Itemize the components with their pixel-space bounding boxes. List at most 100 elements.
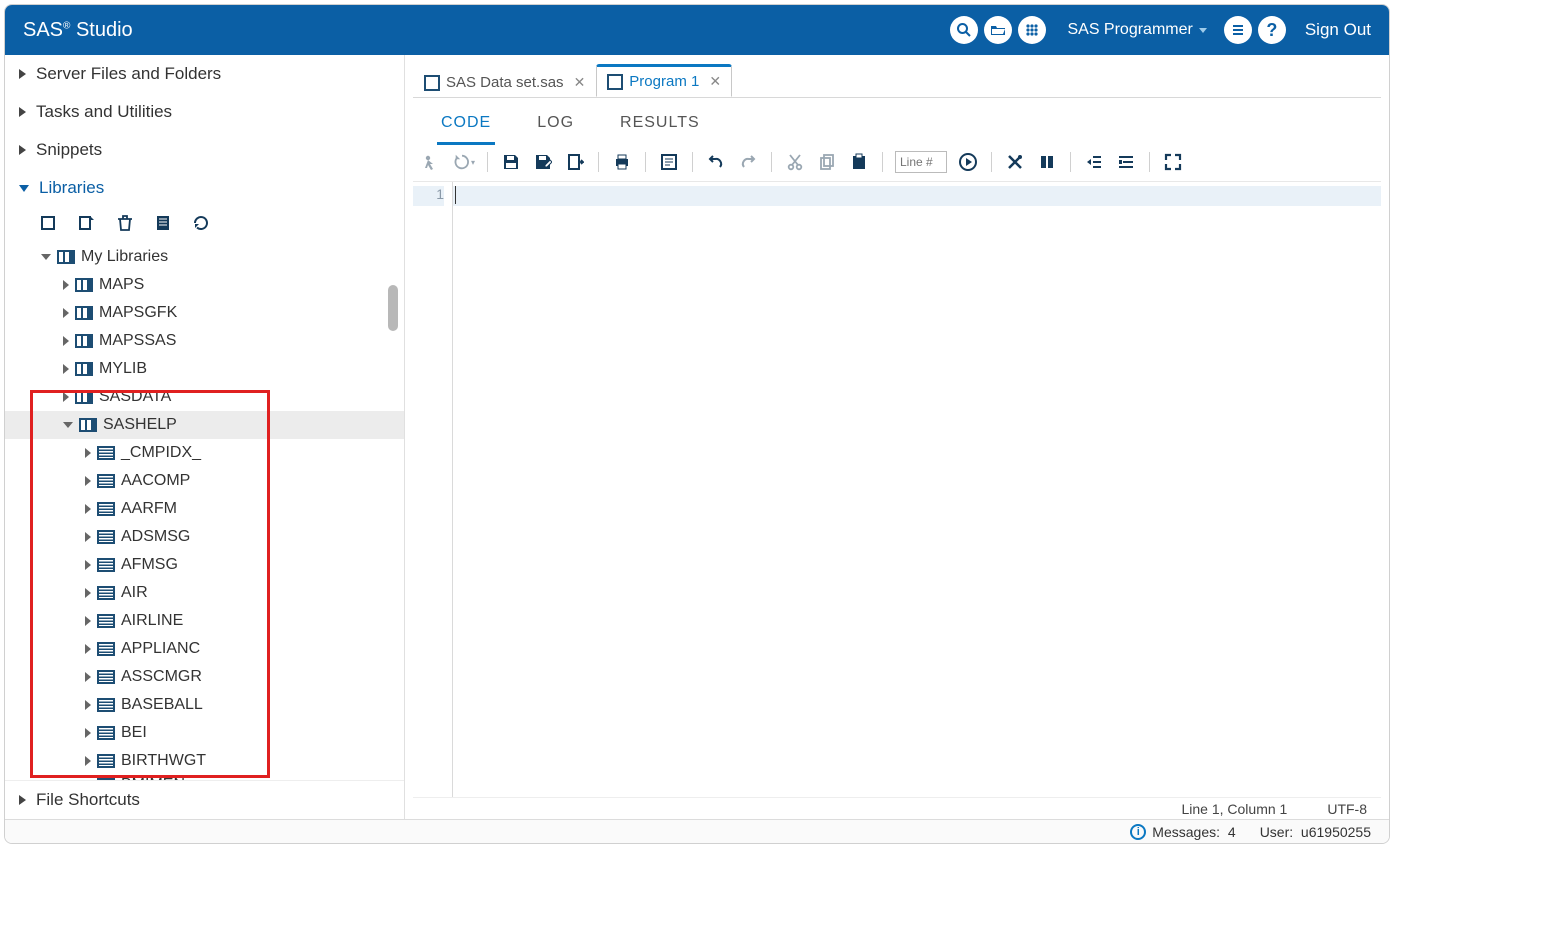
new-library-icon[interactable] — [39, 213, 59, 233]
caret-right-icon — [85, 672, 91, 682]
tree-ds[interactable]: BASEBALL — [5, 691, 404, 719]
help-icon[interactable]: ? — [1258, 16, 1286, 44]
more-options-icon[interactable] — [1224, 16, 1252, 44]
tab-sas-data-set[interactable]: SAS Data set.sas ✕ — [413, 67, 596, 97]
paste-icon[interactable] — [848, 151, 870, 173]
tree-ds[interactable]: BIRTHWGT — [5, 747, 404, 775]
caret-down-icon — [41, 254, 51, 260]
sign-out-link[interactable]: Sign Out — [1305, 20, 1371, 40]
tree-lib-mylib[interactable]: MYLIB — [5, 355, 404, 383]
editor-subtabs: CODE LOG RESULTS — [413, 97, 1381, 145]
tree-ds[interactable]: AFMSG — [5, 551, 404, 579]
save-as-icon[interactable] — [532, 151, 554, 173]
caret-right-icon — [85, 588, 91, 598]
tree-ds[interactable]: AIR — [5, 579, 404, 607]
print-icon[interactable] — [611, 151, 633, 173]
close-icon[interactable]: ✕ — [574, 74, 586, 91]
assign-library-icon[interactable] — [77, 213, 97, 233]
properties-icon[interactable] — [153, 213, 173, 233]
code-area[interactable] — [453, 182, 1381, 797]
delete-icon[interactable] — [115, 213, 135, 233]
caret-right-icon — [85, 700, 91, 710]
code-editor[interactable]: 1 — [413, 181, 1381, 797]
library-icon — [75, 278, 93, 292]
open-folder-icon[interactable] — [984, 16, 1012, 44]
caret-right-icon — [63, 308, 69, 318]
encoding-label: UTF-8 — [1327, 801, 1367, 817]
section-libraries[interactable]: Libraries — [5, 169, 404, 207]
subtab-log[interactable]: LOG — [533, 108, 578, 145]
tree-lib-sasdata[interactable]: SASDATA — [5, 383, 404, 411]
maximize-icon[interactable] — [1162, 151, 1184, 173]
apps-grid-icon[interactable] — [1018, 16, 1046, 44]
text-cursor — [455, 186, 456, 204]
app-header: SAS® Studio SAS Programmer ? Sign Out — [5, 5, 1389, 55]
tree-ds[interactable]: AIRLINE — [5, 607, 404, 635]
tree-ds[interactable]: APPLIANC — [5, 635, 404, 663]
tree-label: SASHELP — [103, 416, 177, 434]
dataset-icon — [97, 754, 115, 768]
caret-down-icon — [19, 185, 29, 192]
dataset-icon — [97, 670, 115, 684]
library-group-icon — [57, 250, 75, 264]
undo-icon[interactable] — [705, 151, 727, 173]
section-tasks[interactable]: Tasks and Utilities — [5, 93, 404, 131]
tree-label: AFMSG — [121, 556, 178, 574]
messages-link[interactable]: i Messages: 4 — [1130, 824, 1235, 840]
goto-line-input[interactable] — [895, 151, 947, 173]
program-file-icon — [424, 75, 440, 91]
cut-icon — [784, 151, 806, 173]
caret-down-icon — [63, 422, 73, 428]
section-snippets[interactable]: Snippets — [5, 131, 404, 169]
refresh-icon[interactable] — [191, 213, 211, 233]
dataset-icon — [97, 530, 115, 544]
info-icon: i — [1130, 824, 1146, 840]
dataset-icon — [97, 642, 115, 656]
indent-icon[interactable] — [1083, 151, 1105, 173]
go-icon[interactable] — [957, 151, 979, 173]
tree-lib-sashelp[interactable]: SASHELP — [5, 411, 404, 439]
save-icon[interactable] — [500, 151, 522, 173]
file-tabs: SAS Data set.sas ✕ Program 1 ✕ — [413, 63, 1381, 97]
close-icon[interactable]: ✕ — [709, 73, 721, 90]
tree-ds[interactable]: ADSMSG — [5, 523, 404, 551]
section-label: File Shortcuts — [36, 790, 140, 810]
section-server-files[interactable]: Server Files and Folders — [5, 55, 404, 93]
tree-ds[interactable]: BEI — [5, 719, 404, 747]
tree-ds[interactable]: AARFM — [5, 495, 404, 523]
caret-right-icon — [85, 644, 91, 654]
tree-label: BEI — [121, 724, 147, 742]
messages-label: Messages: — [1152, 824, 1220, 840]
subtab-code[interactable]: CODE — [437, 108, 495, 145]
tree-lib-maps[interactable]: MAPS — [5, 271, 404, 299]
tab-program-1[interactable]: Program 1 ✕ — [596, 64, 732, 97]
dataset-icon — [97, 502, 115, 516]
export-icon[interactable] — [564, 151, 586, 173]
navigation-pane: Server Files and Folders Tasks and Utili… — [5, 55, 405, 819]
search-icon[interactable] — [950, 16, 978, 44]
clear-icon[interactable] — [1004, 151, 1026, 173]
outdent-icon[interactable] — [1115, 151, 1137, 173]
tree-lib-mapssas[interactable]: MAPSSAS — [5, 327, 404, 355]
redo-icon — [737, 151, 759, 173]
tree-ds[interactable]: AACOMP — [5, 467, 404, 495]
tree-ds[interactable]: BMIMEN — [5, 775, 404, 780]
history-icon: ▾ — [453, 151, 475, 173]
tree-label: BMIMEN — [121, 776, 185, 780]
tree-label: My Libraries — [81, 248, 168, 266]
find-icon[interactable] — [1036, 151, 1058, 173]
section-file-shortcuts[interactable]: File Shortcuts — [5, 780, 404, 819]
scrollbar-thumb[interactable] — [388, 285, 398, 331]
user-label: User: — [1260, 824, 1293, 840]
tree-root-my-libraries[interactable]: My Libraries — [5, 243, 404, 271]
summary-icon[interactable] — [658, 151, 680, 173]
role-dropdown[interactable]: SAS Programmer — [1067, 21, 1206, 39]
subtab-results[interactable]: RESULTS — [616, 108, 704, 145]
tree-lib-mapsgfk[interactable]: MAPSGFK — [5, 299, 404, 327]
tree-label: MAPSGFK — [99, 304, 177, 322]
tree-ds[interactable]: _CMPIDX_ — [5, 439, 404, 467]
tree-ds[interactable]: ASSCMGR — [5, 663, 404, 691]
caret-right-icon — [85, 616, 91, 626]
tree-label: APPLIANC — [121, 640, 200, 658]
caret-right-icon — [85, 504, 91, 514]
